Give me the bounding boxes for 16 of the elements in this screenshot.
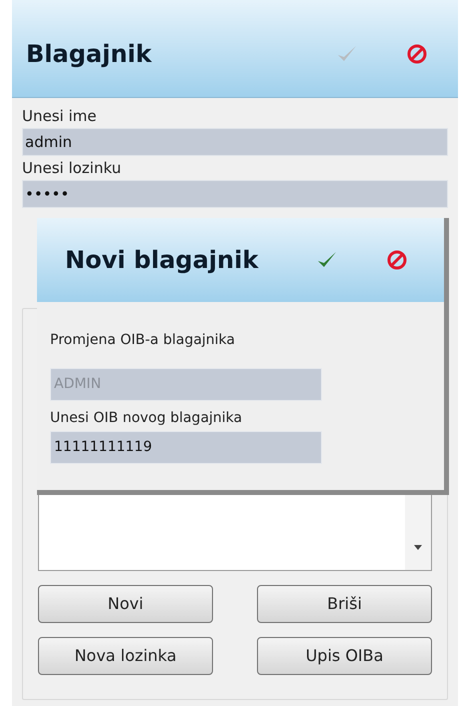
input-field[interactable]: 11111111119 xyxy=(50,431,322,464)
window-title: Blagajnik xyxy=(26,38,153,70)
scroll-down-icon[interactable] xyxy=(414,545,422,550)
action-button[interactable]: Novi xyxy=(38,585,213,623)
dialog-subtitle: Promjena OIB-a blagajnika xyxy=(50,331,236,350)
input-field[interactable]: ••••• xyxy=(22,180,448,208)
cancel-icon[interactable] xyxy=(386,249,408,271)
action-button[interactable]: Upis OIBa xyxy=(257,637,432,675)
field-label: Unesi ime xyxy=(22,106,98,127)
field-label: Unesi lozinku xyxy=(22,158,122,179)
action-button[interactable]: Briši xyxy=(257,585,432,623)
cancel-icon[interactable] xyxy=(406,42,428,64)
dialog-title: Novi blagajnik xyxy=(65,245,260,276)
input-field[interactable]: admin xyxy=(22,128,448,156)
action-button[interactable]: Nova lozinka xyxy=(38,637,213,675)
field-label: Unesi OIB novog blagajnika xyxy=(50,409,244,428)
